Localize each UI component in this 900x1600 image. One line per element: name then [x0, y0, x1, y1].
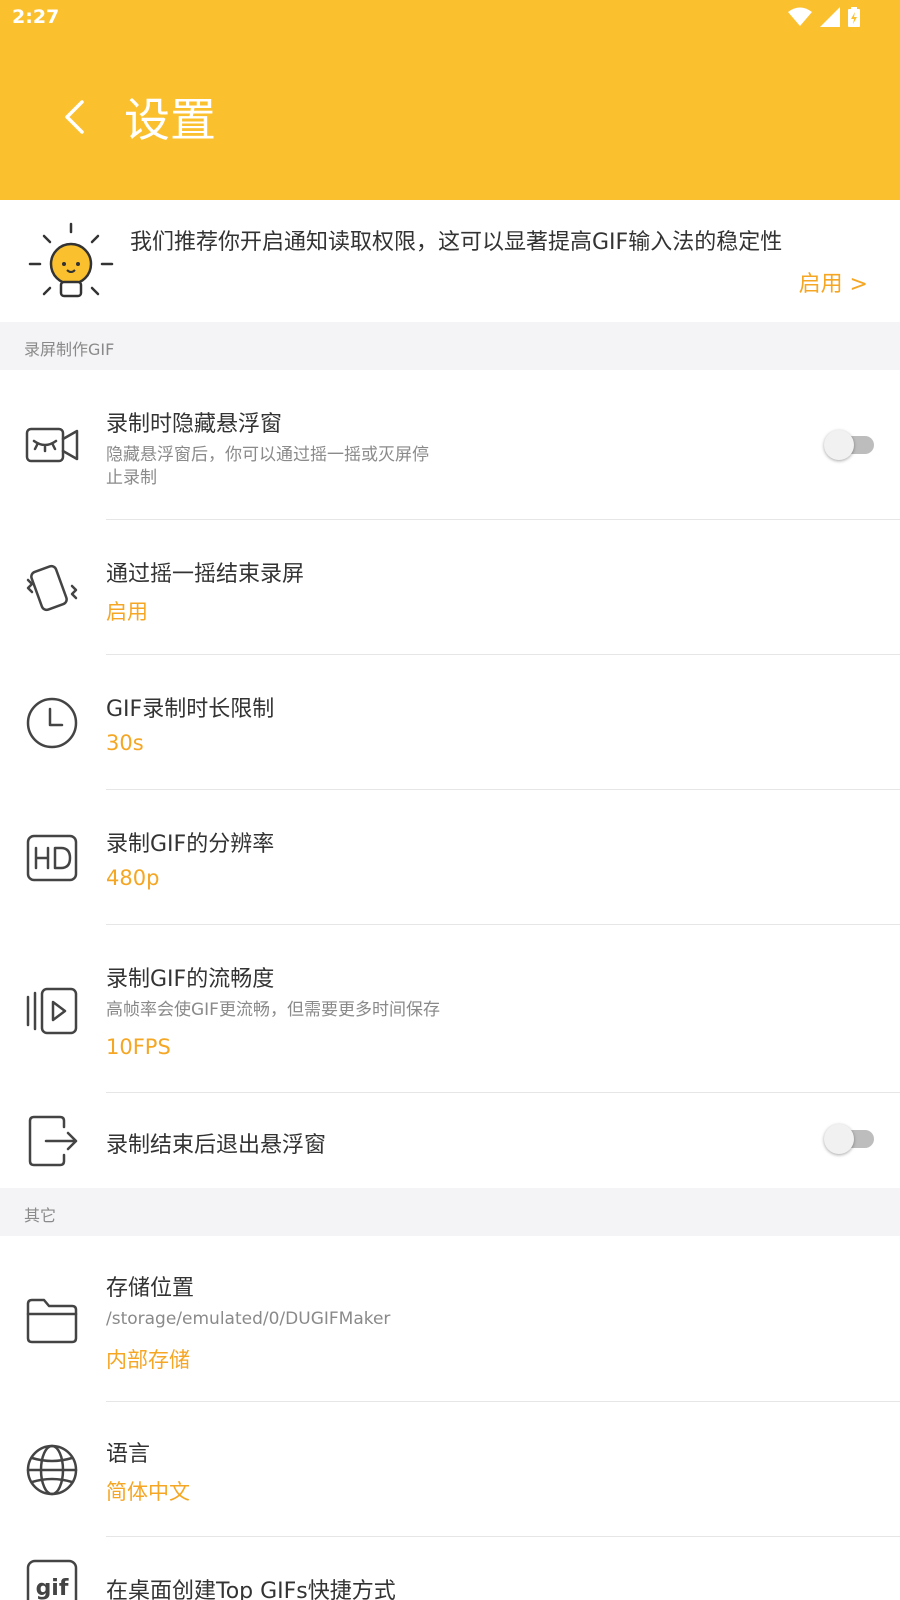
toggle-thumb	[824, 430, 854, 460]
chevron-left-icon	[65, 100, 84, 134]
setting-value: 内部存储	[106, 1348, 190, 1372]
globe-icon	[26, 1444, 78, 1496]
setting-storage-location[interactable]: 存储位置 /storage/emulated/0/DUGIFMaker 内部存储	[0, 1236, 900, 1402]
gif-icon-text: gif	[36, 1576, 69, 1600]
video-frames-icon	[26, 987, 78, 1035]
setting-fps[interactable]: 录制GIF的流畅度 高帧率会使GIF更流畅，但需要更多时间保存 10FPS	[0, 925, 900, 1093]
setting-language[interactable]: 语言 简体中文	[0, 1402, 900, 1537]
toggle-thumb	[824, 1124, 854, 1154]
shake-phone-icon	[26, 564, 78, 612]
setting-value: 启用	[106, 600, 148, 624]
setting-shake-stop[interactable]: 通过摇一摇结束录屏 启用	[0, 520, 900, 655]
hide-window-toggle[interactable]	[824, 430, 876, 460]
setting-value: 简体中文	[106, 1480, 190, 1504]
status-icons	[788, 7, 860, 27]
setting-value: 10FPS	[106, 1035, 171, 1059]
setting-desc: 高帧率会使GIF更流畅，但需要更多时间保存	[106, 1000, 440, 1020]
setting-duration-limit[interactable]: GIF录制时长限制 30s	[0, 655, 900, 790]
setting-title: 通过摇一摇结束录屏	[106, 562, 305, 587]
battery-icon	[848, 7, 860, 27]
exit-icon	[28, 1115, 78, 1167]
enable-notification-link[interactable]: 启用 >	[799, 266, 868, 298]
setting-resolution[interactable]: 录制GIF的分辨率 480p	[0, 790, 900, 925]
section-title: 录屏制作GIF	[24, 340, 115, 359]
setting-desc-line1: 隐藏悬浮窗后，你可以通过摇一摇或灭屏停	[106, 445, 429, 465]
hd-icon	[26, 834, 78, 882]
wifi-icon	[788, 7, 812, 26]
storage-path: /storage/emulated/0/DUGIFMaker	[106, 1309, 391, 1329]
setting-title: 语言	[106, 1442, 151, 1467]
clock-icon	[26, 697, 78, 749]
gif-icon: gif	[26, 1559, 78, 1600]
setting-title: 存储位置	[106, 1276, 195, 1301]
app-header: 2:27 设置	[0, 0, 900, 200]
setting-title: 录制GIF的分辨率	[106, 832, 275, 857]
setting-value: 30s	[106, 731, 144, 755]
setting-exit-window[interactable]: 录制结束后退出悬浮窗	[0, 1093, 900, 1188]
folder-icon	[26, 1298, 78, 1344]
setting-title: 录制结束后退出悬浮窗	[106, 1133, 327, 1158]
tip-text: 我们推荐你开启通知读取权限，这可以显著提高GIF输入法的稳定性	[130, 230, 783, 255]
section-title: 其它	[24, 1206, 57, 1225]
signal-icon	[820, 7, 840, 27]
setting-title: 录制时隐藏悬浮窗	[106, 412, 283, 437]
lightbulb-icon	[28, 222, 114, 298]
status-time: 2:27	[12, 6, 60, 28]
setting-create-shortcut[interactable]: gif 在桌面创建Top GIFs快捷方式	[0, 1537, 900, 1600]
page-title: 设置	[124, 93, 216, 147]
notification-tip-banner: 我们推荐你开启通知读取权限，这可以显著提高GIF输入法的稳定性 启用 >	[0, 200, 900, 322]
setting-desc-line2: 止录制	[106, 468, 157, 488]
exit-window-toggle[interactable]	[824, 1124, 876, 1154]
setting-title: GIF录制时长限制	[106, 697, 275, 722]
section-header-recording: 录屏制作GIF	[0, 322, 900, 370]
back-button[interactable]	[52, 92, 96, 142]
hidden-camera-icon	[25, 427, 79, 463]
setting-value: 480p	[106, 866, 160, 890]
setting-title: 在桌面创建Top GIFs快捷方式	[106, 1579, 396, 1600]
section-header-other: 其它	[0, 1188, 900, 1236]
setting-title: 录制GIF的流畅度	[106, 967, 275, 992]
setting-hide-window[interactable]: 录制时隐藏悬浮窗 隐藏悬浮窗后，你可以通过摇一摇或灭屏停 止录制	[0, 370, 900, 520]
